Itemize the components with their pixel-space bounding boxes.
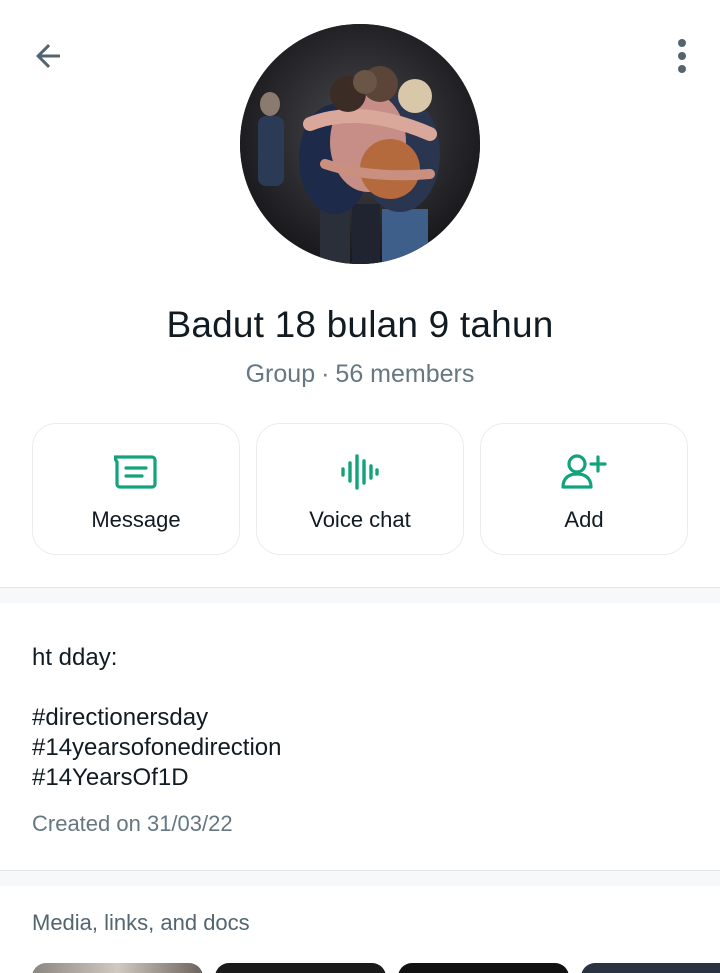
action-buttons: Message Voice chat Add	[32, 423, 688, 555]
group-avatar[interactable]	[240, 24, 480, 264]
voice-chat-label: Voice chat	[309, 507, 411, 532]
media-thumbnail[interactable]	[398, 963, 569, 973]
media-thumbnail[interactable]	[215, 963, 386, 973]
group-info-page: Badut 18 bulan 9 tahun Group · 56 members …	[0, 0, 720, 973]
voice-chat-icon	[341, 454, 379, 490]
section-divider	[0, 870, 720, 886]
message-button[interactable]: Message	[32, 423, 240, 555]
message-icon	[114, 455, 157, 489]
media-thumbnail[interactable]	[32, 963, 203, 973]
media-thumbnails	[32, 963, 720, 973]
group-name: Badut 18 bulan 9 tahun	[166, 304, 554, 345]
member-count[interactable]: 56 members	[335, 360, 474, 388]
arrow-back-icon	[36, 44, 60, 68]
group-description[interactable]: ht dday: #directionersday #14yearsofoned…	[32, 643, 688, 793]
more-options-button[interactable]	[662, 30, 702, 82]
voice-chat-button[interactable]: Voice chat	[256, 423, 464, 555]
group-type: Group	[245, 360, 316, 388]
group-meta: Group · 56 members	[0, 360, 720, 389]
more-vertical-icon	[678, 39, 686, 73]
media-thumbnail[interactable]	[581, 963, 720, 973]
message-label: Message	[91, 507, 181, 532]
meta-separator: ·	[321, 360, 330, 388]
add-member-button[interactable]: Add	[480, 423, 688, 555]
section-divider	[0, 587, 720, 603]
add-person-icon	[561, 454, 607, 489]
add-label: Add	[564, 507, 604, 532]
created-date: Created on 31/03/22	[32, 811, 233, 836]
back-button[interactable]	[22, 32, 74, 80]
group-photo	[240, 24, 480, 264]
media-section-title[interactable]: Media, links, and docs	[32, 910, 250, 936]
